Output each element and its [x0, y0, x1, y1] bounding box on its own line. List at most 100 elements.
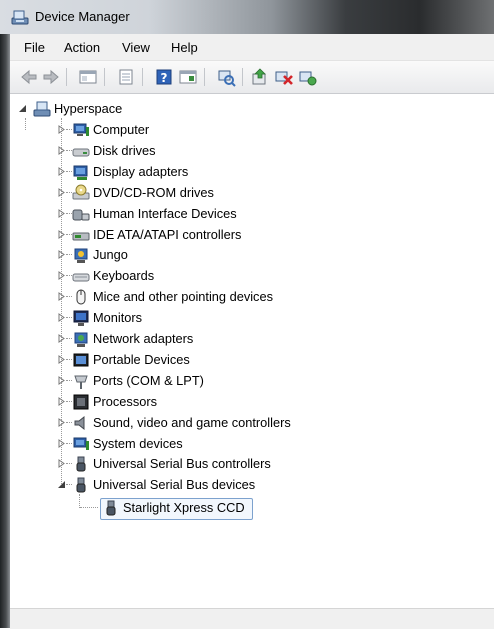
window-left-frame	[0, 34, 10, 628]
toolbar-separator	[142, 68, 143, 86]
uninstall-device-icon[interactable]	[274, 67, 294, 87]
tree-item-display-adapters[interactable]: Display adapters	[10, 162, 494, 182]
tree-label: System devices	[93, 436, 183, 451]
tree-item-processors[interactable]: Processors	[10, 392, 494, 412]
computer-root-icon	[33, 101, 51, 117]
jungo-icon	[74, 248, 88, 263]
tree-label: Portable Devices	[93, 352, 190, 367]
collapse-arrow-icon[interactable]	[18, 104, 27, 113]
device-tree[interactable]: Hyperspace Computer Disk drives Display ad…	[10, 94, 494, 608]
monitor-icon	[73, 310, 89, 326]
tree-item-monitors[interactable]: Monitors	[10, 308, 494, 328]
toolbar: ?	[10, 61, 494, 94]
back-arrow-icon[interactable]	[19, 67, 39, 87]
expand-arrow-icon[interactable]	[57, 125, 66, 134]
tree-item-system-devices[interactable]: System devices	[10, 434, 494, 454]
tree-item-starlight-xpress-ccd[interactable]: Starlight Xpress CCD	[10, 498, 494, 518]
usb-icon	[76, 456, 86, 472]
help-icon[interactable]: ?	[154, 67, 174, 87]
tree-label: Monitors	[93, 310, 143, 325]
expand-arrow-icon[interactable]	[57, 397, 66, 406]
status-bar	[10, 608, 494, 629]
tree-item-dvd-cd-rom-drives[interactable]: DVD/CD-ROM drives	[10, 183, 494, 203]
tree-item-sound-video-and-game-controllers[interactable]: Sound, video and game controllers	[10, 413, 494, 433]
ide-controller-icon	[72, 232, 90, 241]
portable-device-icon	[73, 353, 89, 367]
tree-item-mice-and-other-pointing-devices[interactable]: Mice and other pointing devices	[10, 287, 494, 307]
tree-label: Human Interface Devices	[93, 206, 237, 221]
collapse-arrow-icon[interactable]	[57, 480, 66, 489]
expand-arrow-icon[interactable]	[57, 376, 66, 385]
tree-item-disk-drives[interactable]: Disk drives	[10, 141, 494, 161]
menu-file[interactable]: File	[24, 40, 45, 55]
expand-arrow-icon[interactable]	[57, 334, 66, 343]
usb-icon	[106, 500, 116, 516]
tree-label: Processors	[93, 394, 158, 409]
toolbar-separator	[104, 68, 105, 86]
tree-item-keyboards[interactable]: Keyboards	[10, 266, 494, 286]
toolbar-separator	[66, 68, 67, 86]
tree-item-ide-ata-atapi-controllers[interactable]: IDE ATA/ATAPI controllers	[10, 225, 494, 245]
tree-label: Mice and other pointing devices	[93, 289, 273, 304]
processor-icon	[73, 394, 89, 410]
window-title: Device Manager	[35, 9, 130, 24]
update-driver-icon[interactable]	[250, 67, 270, 87]
usb-icon	[76, 477, 86, 493]
tree-label: Ports (COM & LPT)	[93, 373, 204, 388]
tree-label: Disk drives	[93, 143, 156, 158]
tree-item-computer[interactable]: Computer	[10, 120, 494, 140]
title-bar[interactable]: Device Manager	[0, 0, 494, 34]
expand-arrow-icon[interactable]	[57, 439, 66, 448]
tree-label: Hyperspace	[54, 101, 123, 116]
action-pane-icon[interactable]	[178, 67, 198, 87]
tree-label: DVD/CD-ROM drives	[93, 185, 214, 200]
tree-item-universal-serial-bus-controllers[interactable]: Universal Serial Bus controllers	[10, 454, 494, 474]
tree-item-ports-com-lpt[interactable]: Ports (COM & LPT)	[10, 371, 494, 391]
mouse-icon	[76, 289, 86, 305]
port-icon	[74, 375, 88, 389]
show-hide-console-tree-icon[interactable]	[78, 67, 98, 87]
expand-arrow-icon[interactable]	[57, 167, 66, 176]
tree-item-jungo[interactable]: Jungo	[10, 245, 494, 265]
menu-view[interactable]: View	[122, 40, 150, 55]
tree-label: Sound, video and game controllers	[93, 415, 291, 430]
tree-label: IDE ATA/ATAPI controllers	[93, 227, 242, 242]
tree-label: Keyboards	[93, 268, 155, 283]
display-adapter-icon	[73, 165, 88, 180]
expand-arrow-icon[interactable]	[57, 459, 66, 468]
menu-help[interactable]: Help	[171, 40, 198, 55]
toolbar-separator	[242, 68, 243, 86]
tree-label: Starlight Xpress CCD	[123, 500, 245, 515]
hid-icon	[72, 209, 90, 221]
expand-arrow-icon[interactable]	[57, 209, 66, 218]
expand-arrow-icon[interactable]	[57, 188, 66, 197]
toolbar-separator	[204, 68, 205, 86]
tree-item-network-adapters[interactable]: Network adapters	[10, 329, 494, 349]
expand-arrow-icon[interactable]	[57, 313, 66, 322]
expand-arrow-icon[interactable]	[57, 146, 66, 155]
tree-item-universal-serial-bus-devices[interactable]: Universal Serial Bus devices	[10, 475, 494, 495]
disk-drive-icon	[72, 148, 90, 157]
device-manager-icon	[11, 10, 29, 25]
menu-bar: File Action View Help	[10, 34, 494, 61]
properties-icon[interactable]	[116, 67, 136, 87]
expand-arrow-icon[interactable]	[57, 355, 66, 364]
tree-label: Universal Serial Bus controllers	[93, 456, 271, 471]
expand-arrow-icon[interactable]	[57, 230, 66, 239]
scan-hardware-changes-icon[interactable]	[216, 67, 236, 87]
dvd-drive-icon	[72, 184, 90, 200]
tree-item-human-interface-devices[interactable]: Human Interface Devices	[10, 204, 494, 224]
network-adapter-icon	[74, 332, 88, 347]
menu-action[interactable]: Action	[64, 40, 100, 55]
enable-device-icon[interactable]	[298, 67, 318, 87]
keyboard-icon	[72, 273, 90, 282]
expand-arrow-icon[interactable]	[57, 418, 66, 427]
expand-arrow-icon[interactable]	[57, 271, 66, 280]
tree-item-portable-devices[interactable]: Portable Devices	[10, 350, 494, 370]
expand-arrow-icon[interactable]	[57, 292, 66, 301]
tree-root-hyperspace[interactable]: Hyperspace	[10, 99, 494, 119]
forward-arrow-icon[interactable]	[41, 67, 61, 87]
expand-arrow-icon[interactable]	[57, 250, 66, 259]
tree-label: Display adapters	[93, 164, 189, 179]
tree-label: Jungo	[93, 247, 128, 262]
